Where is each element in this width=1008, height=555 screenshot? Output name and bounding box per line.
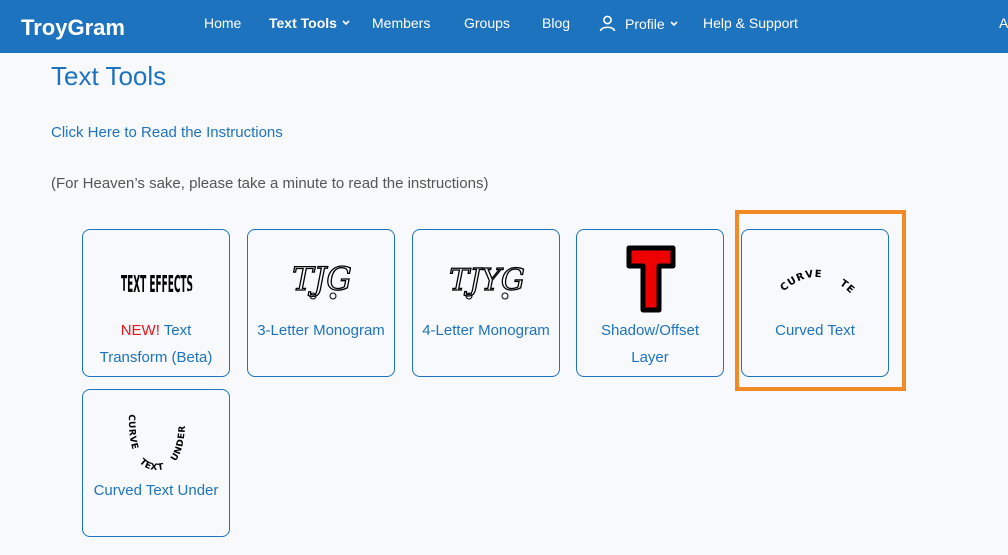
shadow-t-icon [577, 242, 725, 316]
nav-home[interactable]: Home [204, 15, 241, 31]
user-icon [599, 15, 616, 32]
instructions-link[interactable]: Click Here to Read the Instructions [51, 124, 283, 141]
monogram-4-icon-text: TJYG [449, 263, 525, 298]
nav-cut-off-item[interactable]: A [999, 15, 1008, 31]
chevron-down-icon [670, 20, 678, 27]
nav-help-support-label: Help & Support [703, 15, 798, 31]
nav-blog-label: Blog [542, 15, 571, 31]
tool-card-shadow-offset-layer[interactable]: Shadow/Offset Layer [576, 229, 724, 377]
top-navbar: TroyGram Home Text Tools Members Groups … [0, 0, 1008, 53]
monogram-4-icon: TJYG [413, 244, 561, 314]
nav-help-support[interactable]: Help & Support [703, 15, 798, 31]
text-effects-icon: TEXT EFFECTS [83, 244, 231, 314]
curve-under-word-1: CURVE [126, 414, 140, 451]
new-badge: NEW! [120, 322, 160, 339]
tool-card-curved-text-under[interactable]: CURVE TEXT UNDER Curved Text Under [82, 389, 230, 537]
monogram-3-icon-text: TJG [292, 260, 352, 298]
nav-members-label: Members [372, 15, 431, 31]
tool-card-4-letter-monogram[interactable]: TJYG 4-Letter Monogram [412, 229, 560, 377]
curve-under-word-2: TEXT [137, 457, 165, 473]
tool-label: Curved Text Under [93, 482, 219, 499]
nav-members[interactable]: Members [372, 15, 430, 31]
monogram-3-icon: TJG [248, 244, 396, 314]
brand-logo[interactable]: TroyGram [21, 15, 125, 41]
tool-label: 4-Letter Monogram [422, 322, 550, 339]
page-title: Text Tools [51, 61, 167, 91]
tool-card-3-letter-monogram[interactable]: TJG 3-Letter Monogram [247, 229, 395, 377]
curve-under-icon: CURVE TEXT UNDER [83, 400, 231, 478]
svg-text:CURVE TEXT: CURVE TEXT UNDER [126, 414, 188, 473]
nav-text-tools[interactable]: Text Tools [269, 15, 350, 31]
nav-text-tools-label: Text Tools [269, 15, 337, 31]
tool-label: Shadow/Offset Layer [600, 322, 700, 366]
curve-under-word-3: UNDER [170, 425, 189, 463]
chevron-down-icon [342, 20, 350, 26]
text-effects-icon-text: TEXT EFFECTS [121, 272, 193, 298]
nav-home-label: Home [204, 15, 242, 31]
nav-groups[interactable]: Groups [464, 15, 510, 31]
selection-highlight [735, 210, 906, 391]
nav-groups-label: Groups [464, 15, 510, 31]
tool-label: NEW! Text Transform (Beta) [87, 317, 225, 371]
nav-profile-label: Profile [625, 15, 665, 32]
instructions-note: (For Heaven’s sake, please take a minute… [51, 175, 489, 192]
nav-blog[interactable]: Blog [542, 15, 570, 31]
tool-label: 3-Letter Monogram [257, 322, 385, 339]
nav-profile[interactable]: Profile [599, 15, 678, 32]
tool-card-text-transform[interactable]: TEXT EFFECTS NEW! Text Transform (Beta) [82, 229, 230, 377]
